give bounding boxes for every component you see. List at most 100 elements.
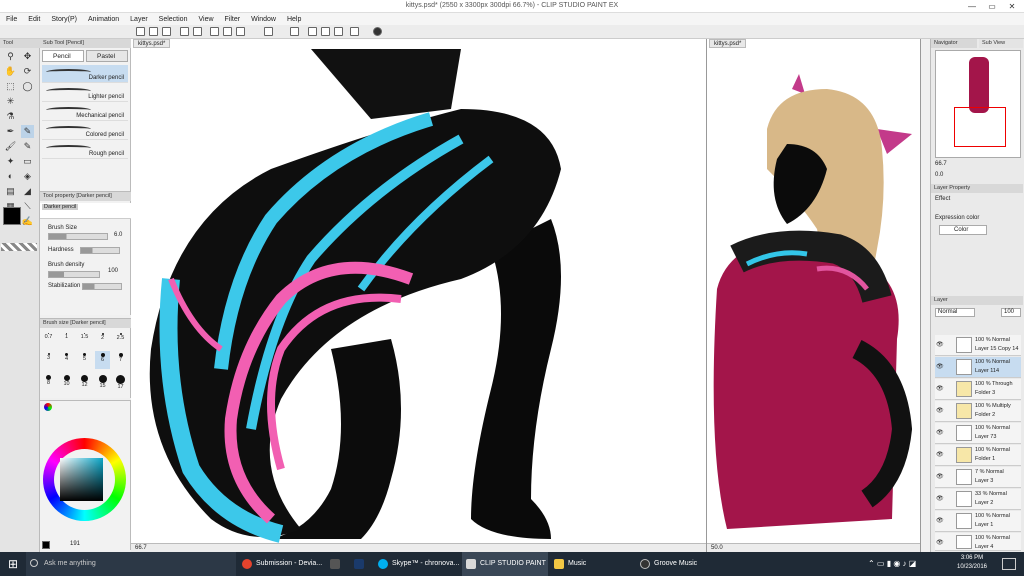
canvas-main[interactable]: kittys.psd* 66.7 [131,39,707,552]
eye-icon[interactable]: 👁 [936,341,944,348]
auto-select-icon[interactable]: ✳ [4,95,17,108]
display-icon[interactable] [350,27,359,36]
document-tab[interactable]: kittys.psd* [133,39,171,48]
layer-row[interactable]: 👁 100 % Normal Layer 73 [935,423,1021,444]
main-color-indicator[interactable] [42,541,50,549]
save-icon[interactable] [162,27,171,36]
menu-animation[interactable]: Animation [88,16,119,23]
layer-row[interactable]: 👁 100 % Normal Layer 1 [935,511,1021,532]
clock-date[interactable]: 10/23/2016 [950,564,994,570]
ruler-icon[interactable]: ⟍ [21,200,34,213]
menu-help[interactable]: Help [287,16,301,23]
size-preset[interactable]: 2.5 [113,331,128,349]
close-icon[interactable]: ✕ [1004,1,1020,12]
size-preset-selected[interactable]: 6 [95,351,110,369]
eye-icon[interactable]: 👁 [936,539,944,546]
task-photoshop[interactable] [350,552,372,576]
maximize-icon[interactable]: ▭ [984,1,1000,12]
size-preset[interactable]: 10 [59,373,74,391]
size-preset[interactable]: 12 [77,373,92,391]
task-movie[interactable] [326,552,348,576]
gradient-icon[interactable]: ▤ [4,185,17,198]
special-ruler-icon[interactable] [334,27,343,36]
layer-row-selected[interactable]: 👁 100 % Normal Layer 114 [935,357,1021,378]
lasso-icon[interactable]: ◯ [21,80,34,93]
menu-story[interactable]: Story(P) [51,16,77,23]
menu-layer[interactable]: Layer [130,16,148,23]
brush-density-slider[interactable] [48,271,100,278]
help-icon[interactable] [373,27,382,36]
task-chrome[interactable]: Submission - Devia... [238,552,324,576]
eye-icon[interactable]: 👁 [936,385,944,392]
pen-icon[interactable]: ✒ [4,125,17,138]
open-file-icon[interactable] [149,27,158,36]
subtool-tab[interactable]: Sub Tool [Pencil] [40,39,131,48]
menu-file[interactable]: File [6,16,17,23]
size-preset[interactable]: 2 [95,331,110,349]
brush-size-slider[interactable] [48,233,108,240]
size-preset[interactable]: 5 [77,351,92,369]
folder-row[interactable]: 👁 100 % Normal Folder 1 [935,445,1021,466]
brush-size-tab[interactable]: Brush size [Darker pencil] [40,319,131,328]
size-preset[interactable]: 1 [59,331,74,349]
notification-icon[interactable] [1002,558,1016,570]
redo-icon[interactable] [193,27,202,36]
new-file-icon[interactable] [136,27,145,36]
canvas-sub[interactable]: kittys.psd* 50.0 [707,39,921,552]
tool-tab[interactable]: Tool [0,39,40,48]
brush-mechanical-pencil[interactable]: Mechanical pencil [42,103,128,121]
selection-icon[interactable]: ⬚ [4,80,17,93]
navigator-preview[interactable] [935,50,1021,158]
menu-edit[interactable]: Edit [28,16,40,23]
move-icon[interactable]: ✥ [21,50,34,63]
balloon-icon[interactable]: ✍ [21,215,34,228]
size-preset[interactable]: 0.7 [41,331,56,349]
menu-window[interactable]: Window [251,16,276,23]
transparent-color-swatch[interactable] [1,243,37,251]
hardness-slider[interactable] [80,247,120,254]
hand-icon[interactable]: ✋ [4,65,17,78]
stabilization-slider[interactable] [82,283,122,290]
decoration-icon[interactable]: ✦ [4,155,17,168]
tab-pencil[interactable]: Pencil [42,50,84,62]
expression-color-dropdown[interactable]: Color [939,225,987,235]
menu-selection[interactable]: Selection [159,16,188,23]
task-groove-music[interactable]: Groove Music [636,552,726,576]
folder-row[interactable]: 👁 100 % Multiply Folder 2 [935,401,1021,422]
saturation-value-square[interactable] [60,458,103,501]
layer-row[interactable]: 👁 7 % Normal Layer 3 [935,467,1021,488]
layer-row[interactable]: 👁 33 % Normal Layer 2 [935,489,1021,510]
navigator-viewport-frame[interactable] [954,107,1006,147]
brush-colored-pencil[interactable]: Colored pencil [42,122,128,140]
blend-icon[interactable]: ◐ [4,170,17,183]
minimize-icon[interactable]: — [964,1,980,12]
ruler-snap-icon[interactable] [308,27,317,36]
deselect-icon[interactable] [236,27,245,36]
eye-icon[interactable]: 👁 [936,407,944,414]
pencil-icon[interactable]: ✎ [21,125,34,138]
eye-icon[interactable]: 👁 [936,473,944,480]
search-box[interactable]: Ask me anything [26,552,236,576]
tool-property-tab[interactable]: Tool property [Darker pencil] [40,192,131,201]
eye-icon[interactable]: 👁 [936,517,944,524]
brush-lighter-pencil[interactable]: Lighter pencil [42,84,128,102]
size-preset[interactable]: 15 [95,373,110,391]
opacity-field[interactable]: 100 [1001,308,1021,317]
transform-icon[interactable] [223,27,232,36]
brush-rough-pencil[interactable]: Rough pencil [42,141,128,159]
layer-tab[interactable]: Layer [931,296,1023,305]
figure-icon[interactable]: ◢ [21,185,34,198]
menu-view[interactable]: View [198,16,213,23]
layer-row[interactable]: 👁 100 % Normal Layer 4 [935,533,1021,551]
color-wheel-tab-icon[interactable] [44,403,52,411]
task-clip-studio[interactable]: CLIP STUDIO PAINT [462,552,548,576]
blend-mode-dropdown[interactable]: Normal [935,308,975,317]
fill-bucket-icon[interactable]: ◈ [21,170,34,183]
size-preset[interactable]: 3 [41,351,56,369]
task-skype[interactable]: Skype™ - chronova... [374,552,460,576]
main-color-swatch[interactable] [3,207,21,225]
eye-icon[interactable]: 👁 [936,363,944,370]
brush-darker-pencil[interactable]: Darker pencil [42,65,128,83]
folder-row[interactable]: 👁 100 % Through Folder 3 [935,379,1021,400]
size-preset[interactable]: 4 [59,351,74,369]
